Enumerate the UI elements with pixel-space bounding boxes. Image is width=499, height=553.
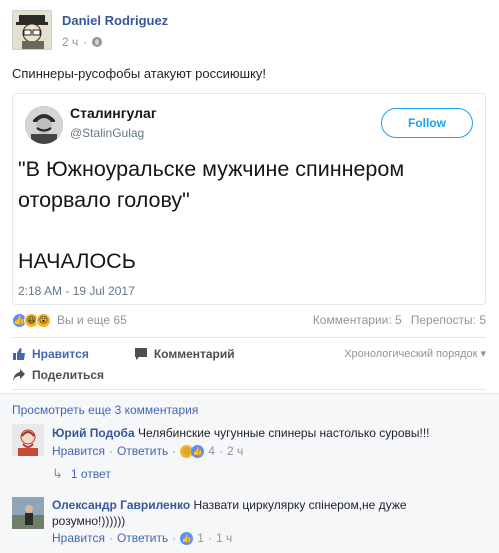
comment-icon (134, 347, 148, 361)
comment-like-link[interactable]: Нравится (52, 444, 105, 458)
tweet-timestamp[interactable]: 2:18 AM - 19 Jul 2017 (18, 284, 135, 298)
commenter-name[interactable]: Олександр Гавриленко (52, 498, 190, 512)
comments-section: Просмотреть еще 3 комментария Юрий Подоб… (0, 393, 499, 553)
thumbs-up-icon (12, 347, 26, 361)
comment-body: Олександр Гавриленко Назвати циркулярку … (52, 497, 482, 529)
comment-reply-link[interactable]: Ответить (117, 444, 168, 458)
post-text: Спиннеры-русофобы атакуют россиюшку! (12, 66, 267, 81)
share-arrow-icon (12, 368, 26, 382)
comment-reaction-count[interactable]: 1 (197, 531, 204, 545)
commenter-name[interactable]: Юрий Подоба (52, 426, 135, 440)
follow-button[interactable]: Follow (381, 108, 473, 138)
tweet-text-exclamation: НАЧАЛОСЬ (18, 249, 136, 273)
tweet-text-quote: "В Южноуральске мужчине спиннером оторва… (18, 157, 405, 212)
comment-actions: Нравится · Ответить · 😆 👍 4 · 2 ч (52, 444, 244, 458)
reactions-text[interactable]: Вы и еще 65 (57, 313, 127, 327)
share-button[interactable]: Поделиться (12, 368, 104, 382)
share-label: Поделиться (32, 368, 105, 382)
replies-count: 1 ответ (70, 467, 111, 481)
commenter-avatar[interactable] (12, 424, 44, 456)
comment-label: Комментарий (153, 347, 235, 361)
comment-like-link[interactable]: Нравится (52, 531, 105, 545)
embedded-tweet[interactable]: Сталингулаг @StalinGulag Follow "В Южноу… (12, 93, 486, 305)
like-reaction-icon[interactable]: 👍 (191, 444, 205, 458)
comment-body: Юрий Подоба Челябинские чугунные спинеры… (52, 425, 482, 441)
tweet-text: "В Южноуральске мужчине спиннером оторва… (18, 154, 478, 277)
divider (12, 337, 486, 338)
wow-reaction-icon[interactable]: 😮 (36, 312, 51, 328)
tweet-author-name[interactable]: Сталингулаг (70, 105, 157, 121)
shares-count[interactable]: Перепосты: 5 (411, 313, 486, 327)
like-label: Нравится (32, 347, 89, 361)
commenter-avatar[interactable] (12, 497, 44, 529)
comments-count[interactable]: Комментарии: 5 (313, 313, 402, 327)
comment-text: Челябинские чугунные спинеры настолько с… (137, 426, 430, 440)
post-time[interactable]: 2 ч (62, 35, 78, 49)
comment-text-continued: розумно!)))))) (52, 514, 126, 528)
comment-reply-link[interactable]: Ответить (117, 531, 168, 545)
post-header: Daniel Rodriguez 2 ч · (12, 10, 168, 52)
comment-button[interactable]: Комментарий (134, 347, 235, 361)
comment-time[interactable]: 1 ч (216, 531, 232, 545)
comment-text: Назвати циркулярку спінером,не дуже (193, 498, 407, 512)
reply-arrow-icon: ↳ (52, 466, 63, 481)
post-actions: Нравится Комментарий Хронологический пор… (12, 345, 486, 363)
reactions-summary: 👍 😆 😮 Вы и еще 65 Комментарии: 5 Перепос… (12, 311, 486, 329)
author-name[interactable]: Daniel Rodriguez (62, 13, 168, 28)
tweet-author-handle[interactable]: @StalinGulag (70, 126, 144, 140)
view-replies[interactable]: ↳ 1 ответ (52, 466, 111, 482)
like-reaction-icon[interactable]: 👍 (180, 531, 194, 545)
comment-actions: Нравится · Ответить · 👍 1 · 1 ч (52, 531, 233, 545)
author-avatar[interactable] (12, 10, 52, 50)
comment-order-dropdown[interactable]: Хронологический порядок ▾ (344, 347, 486, 360)
globe-icon (92, 37, 103, 47)
divider (12, 389, 486, 390)
view-more-comments[interactable]: Просмотреть еще 3 комментария (12, 403, 198, 417)
tweet-avatar[interactable] (25, 106, 63, 144)
comment-time[interactable]: 2 ч (227, 444, 243, 458)
like-button[interactable]: Нравится (12, 347, 89, 361)
comment-reaction-count[interactable]: 4 (208, 444, 215, 458)
